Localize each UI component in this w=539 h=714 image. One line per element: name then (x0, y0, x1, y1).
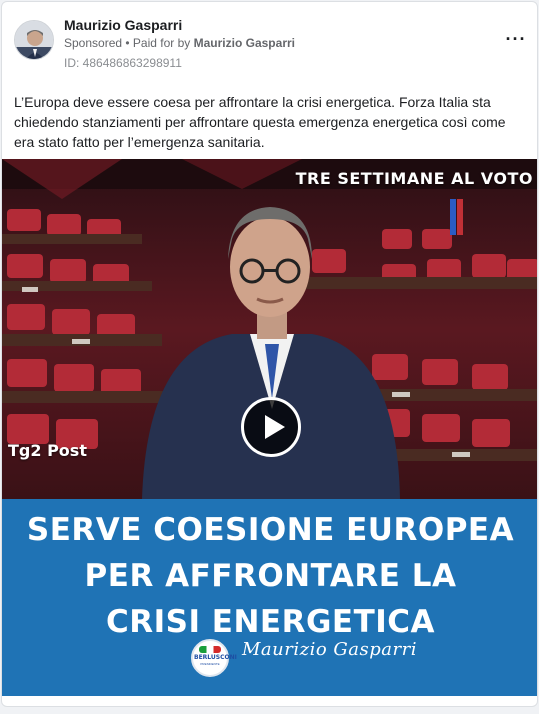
sponsored-label: Sponsored (64, 36, 123, 50)
logo-sub: PRESIDENTE (200, 662, 220, 666)
page-name[interactable]: Maurizio Gasparri (64, 17, 182, 33)
video-top-label: TRE SETTIMANE AL VOTO (295, 169, 533, 188)
headline-banner: SERVE COESIONE EUROPEA PER AFFRONTARE LA… (2, 499, 537, 696)
more-horizontal-icon[interactable]: ··· (504, 30, 528, 50)
post-text: L’Europa deve essere coesa per affrontar… (14, 94, 506, 150)
headline-line-1: SERVE COESIONE EUROPEA (26, 512, 515, 548)
play-icon[interactable] (241, 397, 301, 457)
headline-line-2: PER AFFRONTARE LA (84, 558, 457, 594)
signature: Maurizio Gasparri (242, 639, 417, 660)
post-header: Maurizio Gasparri Sponsored • Paid for b… (14, 16, 528, 72)
sponsorship-line: Sponsored • Paid for by Maurizio Gasparr… (64, 36, 295, 50)
ad-card: Maurizio Gasparri Sponsored • Paid for b… (1, 1, 538, 707)
paid-for-name: Maurizio Gasparri (193, 36, 295, 50)
video-player[interactable]: TRE SETTIMANE AL VOTO Tg2 Post SERVE COE… (2, 159, 537, 696)
avatar[interactable] (14, 20, 54, 60)
channel-logo: Tg2 Post (8, 441, 87, 460)
party-logo: BERLUSCONI PRESIDENTE (191, 639, 237, 677)
logo-flag-band (199, 646, 221, 653)
paid-for-prefix: • Paid for by (122, 36, 194, 50)
logo-word: BERLUSCONI (194, 654, 237, 661)
headline: SERVE COESIONE EUROPEA PER AFFRONTARE LA… (2, 507, 537, 645)
ad-id: ID: 486486863298911 (64, 56, 182, 70)
